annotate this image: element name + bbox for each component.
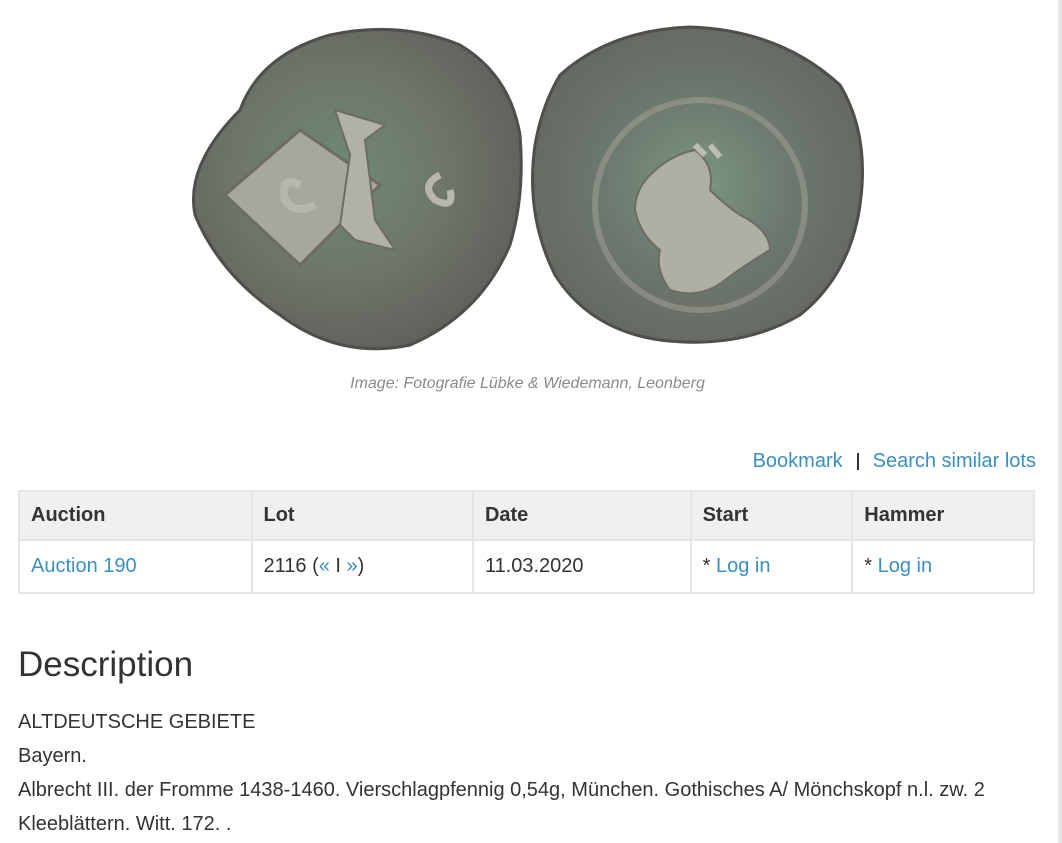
cell-date: 11.03.2020 <box>471 539 692 594</box>
header-hammer: Hammer <box>851 490 1035 541</box>
header-lot: Lot <box>250 490 474 541</box>
description-title: Description <box>18 645 194 684</box>
description-line: Albrecht III. der Fromme 1438-1460. Vier… <box>18 779 985 835</box>
start-login-link[interactable]: Log in <box>716 555 771 577</box>
hammer-login-link[interactable]: Log in <box>878 555 933 577</box>
table-row: Auction 190 2116 (« I ») 11.03.2020 * Lo… <box>18 539 1035 594</box>
lot-table: Auction Lot Date Start Hammer Auction 19… <box>18 490 1035 594</box>
description-body: ALTDEUTSCHE GEBIETE Bayern. Albrecht III… <box>18 705 1043 841</box>
hammer-asterisk: * <box>864 555 873 577</box>
description-line: Bayern. <box>18 745 87 767</box>
cell-hammer: * Log in <box>851 539 1035 594</box>
image-caption: Image: Fotografie Lübke & Wiedemann, Leo… <box>350 375 705 392</box>
lot-actions: Bookmark Search similar lots <box>753 450 1036 473</box>
search-similar-lots-link[interactable]: Search similar lots <box>873 450 1036 473</box>
cell-start: * Log in <box>689 539 854 594</box>
lot-number: 2116 <box>263 555 307 577</box>
cell-auction: Auction 190 <box>18 539 253 594</box>
auction-link[interactable]: Auction 190 <box>31 555 137 577</box>
scrollbar[interactable] <box>1058 0 1062 843</box>
next-lot-link[interactable]: » <box>347 555 358 577</box>
start-asterisk: * <box>702 555 711 577</box>
header-date: Date <box>471 490 692 541</box>
coin-reverse <box>531 25 864 344</box>
coin-obverse <box>191 27 523 351</box>
separator <box>856 453 859 470</box>
lot-nav-separator: I <box>335 555 341 577</box>
header-auction: Auction <box>18 490 253 541</box>
description-line: ALTDEUTSCHE GEBIETE <box>18 711 256 733</box>
table-header-row: Auction Lot Date Start Hammer <box>18 490 1035 541</box>
bookmark-link[interactable]: Bookmark <box>753 450 843 473</box>
previous-lot-link[interactable]: « <box>319 555 330 577</box>
header-start: Start <box>689 490 854 541</box>
coin-image <box>191 25 864 351</box>
cell-lot: 2116 (« I ») <box>250 539 474 594</box>
